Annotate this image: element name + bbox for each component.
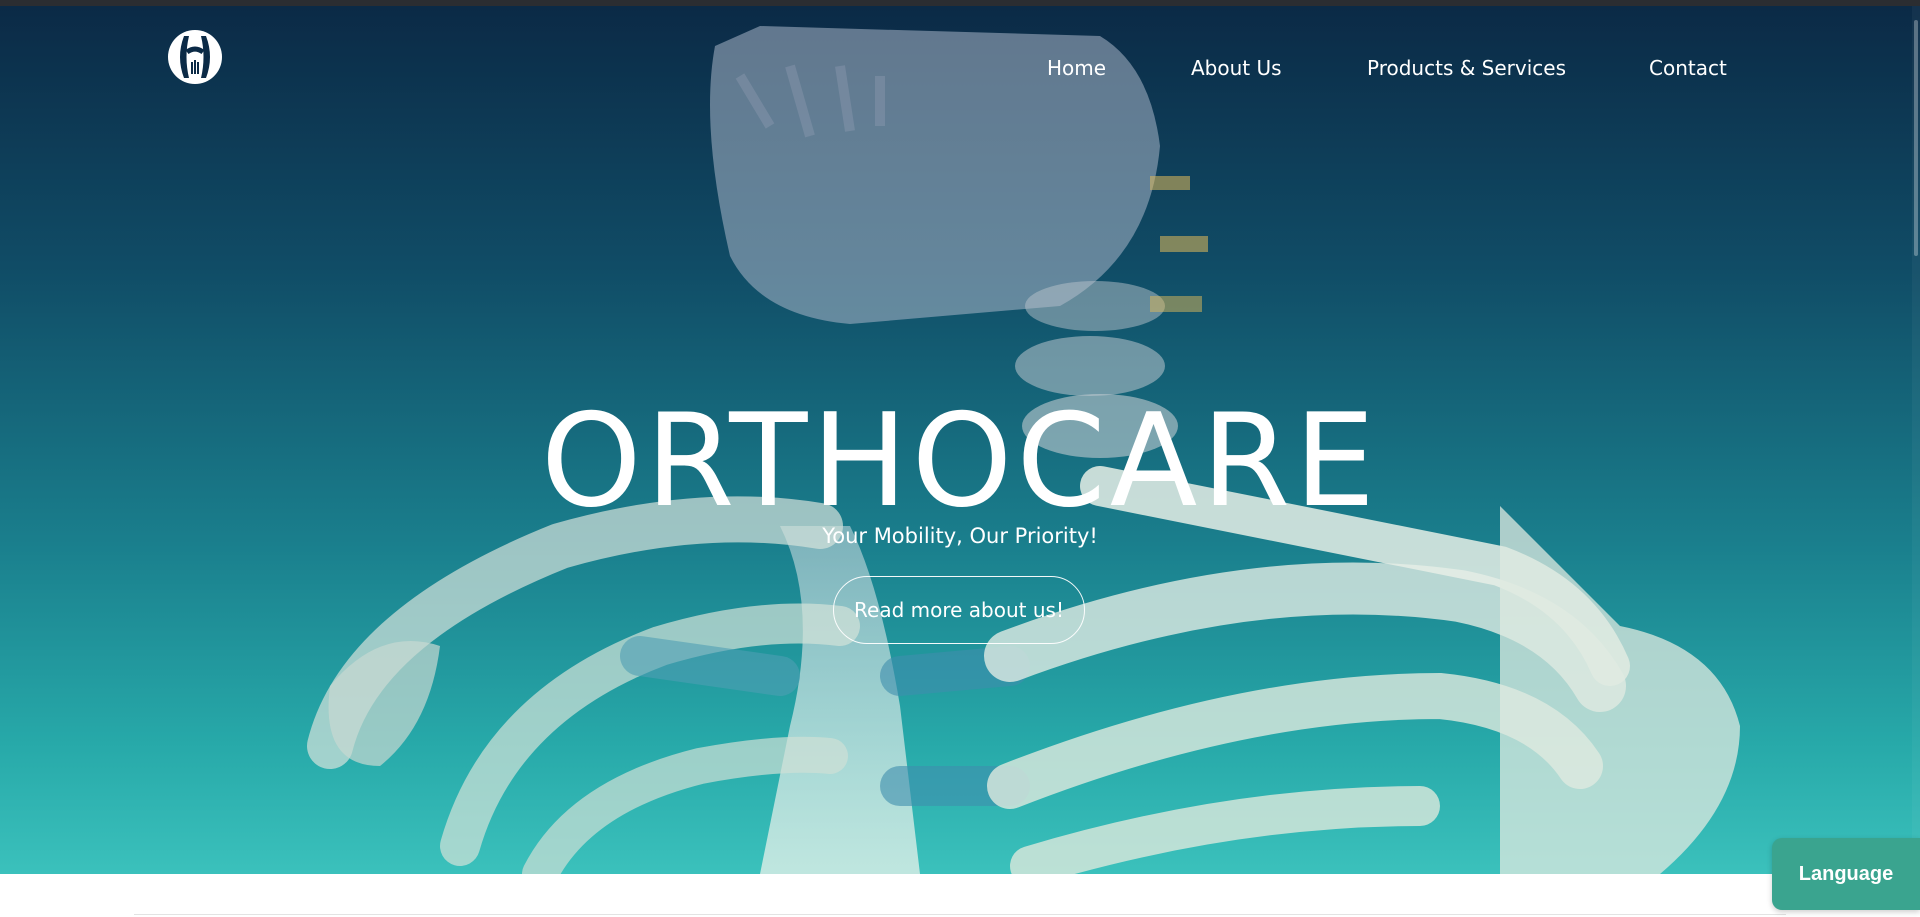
nav-products-link[interactable]: Products & Services [1367, 56, 1566, 80]
page-scrollbar[interactable] [1912, 6, 1920, 874]
hero-title: ORTHOCARE [540, 387, 1380, 536]
hero-subtitle: Your Mobility, Our Priority! [822, 524, 1098, 548]
scrollbar-thumb[interactable] [1914, 20, 1918, 256]
orthocare-logo-icon[interactable] [166, 28, 224, 86]
nav-home-link[interactable]: Home [1047, 56, 1106, 80]
read-more-button[interactable]: Read more about us! [833, 576, 1085, 644]
language-button[interactable]: Language [1772, 838, 1920, 910]
section-divider [134, 914, 1786, 915]
nav-about-link[interactable]: About Us [1191, 56, 1282, 80]
top-navigation: Home About Us Products & Services Contac… [0, 6, 1920, 114]
nav-contact-link[interactable]: Contact [1649, 56, 1727, 80]
